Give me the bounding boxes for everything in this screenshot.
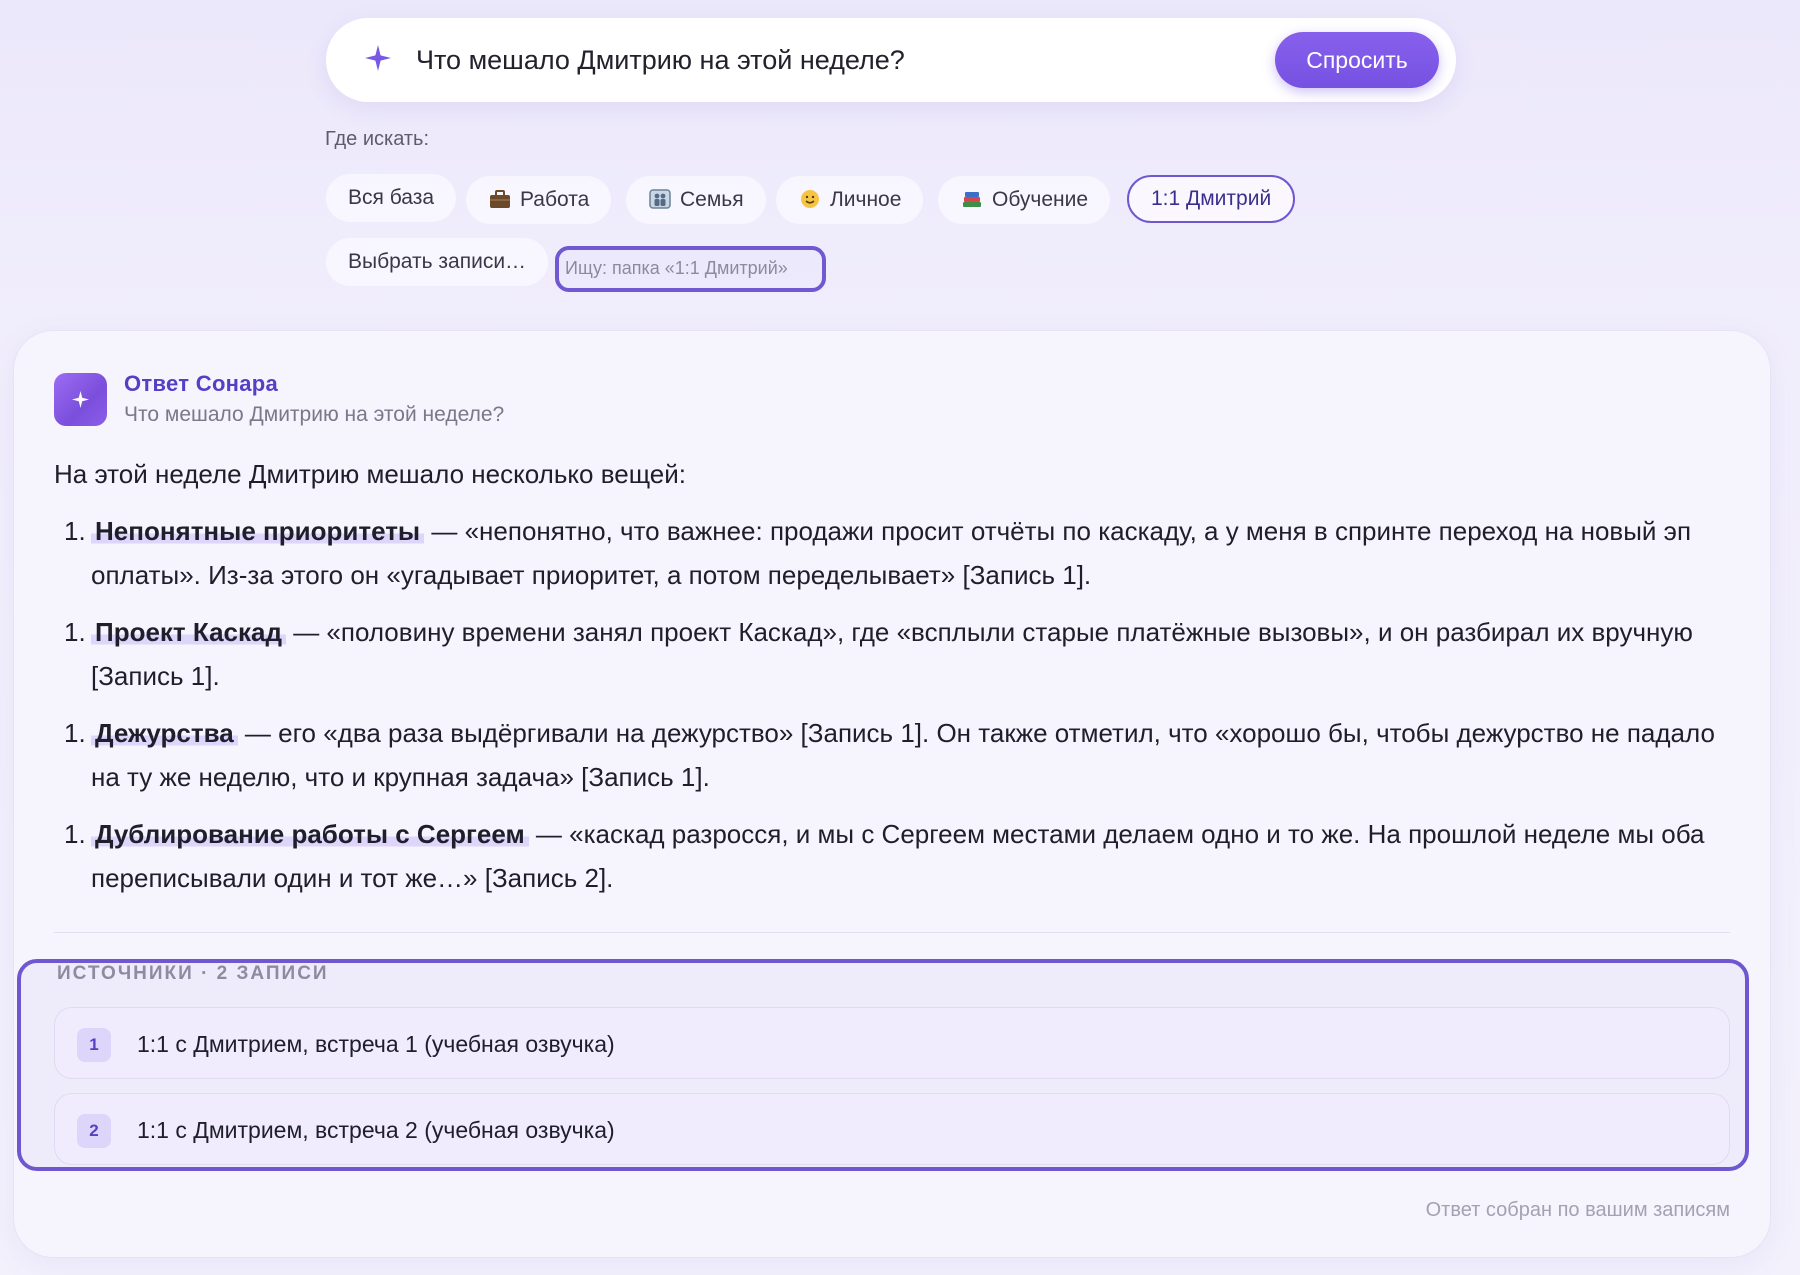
ask-button[interactable]: Спросить [1275, 32, 1439, 88]
item-text: — его «два раза выдёргивали на дежурство… [91, 718, 1715, 792]
chip-all[interactable]: Вся база [326, 174, 457, 222]
item-text: — «половину времени занял проект Каскад»… [91, 617, 1693, 691]
family-icon [649, 189, 671, 209]
chip-learning[interactable]: Обучение [938, 176, 1111, 224]
list-item: 1. Проект Каскад — «половину времени зан… [54, 610, 1734, 698]
list-item-body: Проект Каскад — «половину времени занял … [91, 610, 1734, 698]
search-bar: Спросить [326, 18, 1456, 102]
list-number: 1. [64, 516, 86, 546]
item-heading: Непонятные приоритеты [91, 516, 425, 546]
answer-footer-note: Ответ собран по вашим записям [1425, 1199, 1730, 1221]
item-heading: Дежурства [91, 718, 238, 748]
chip-all-label: Вся база [348, 186, 435, 209]
list-number: 1. [64, 718, 86, 748]
filter-label: Где искать: [325, 128, 430, 150]
chip-work[interactable]: Работа [466, 176, 612, 224]
answer-question: Что мешало Дмитрию на этой неделе? [124, 403, 505, 426]
item-heading: Дублирование работы с Сергеем [91, 819, 529, 849]
divider [54, 932, 1730, 933]
books-icon [963, 192, 981, 207]
list-item-body: Дежурства — его «два раза выдёргивали на… [91, 711, 1734, 799]
chip-dmitry-label: 1:1 Дмитрий [1151, 187, 1272, 210]
sparkle-icon [365, 45, 391, 71]
list-item: 1. Дежурства — его «два раза выдёргивали… [54, 711, 1734, 799]
list-item: 1. Дублирование работы с Сергеем — «каск… [54, 812, 1734, 900]
chip-work-label: Работа [520, 188, 590, 211]
sources-label: ИСТОЧНИКИ · 2 ЗАПИСИ [57, 963, 329, 984]
chip-dmitry[interactable]: 1:1 Дмитрий [1127, 175, 1296, 223]
source-item[interactable]: 2 1:1 с Дмитрием, встреча 2 (учебная озв… [54, 1093, 1730, 1165]
chip-learning-label: Обучение [992, 188, 1089, 211]
list-item-body: Непонятные приоритеты — «непонятно, что … [91, 509, 1734, 597]
item-heading: Проект Каскад [91, 617, 286, 647]
source-item[interactable]: 1 1:1 с Дмитрием, встреча 1 (учебная озв… [54, 1007, 1730, 1079]
list-item-body: Дублирование работы с Сергеем — «каскад … [91, 812, 1734, 900]
list-number: 1. [64, 819, 86, 849]
answer-list: 1. Непонятные приоритеты — «непонятно, ч… [54, 509, 1734, 913]
assistant-avatar [54, 373, 107, 426]
chip-family[interactable]: Семья [626, 176, 766, 224]
answer-title: Ответ Сонара [124, 371, 279, 396]
chip-personal[interactable]: Личное [776, 176, 924, 224]
sources-panel: ИСТОЧНИКИ · 2 ЗАПИСИ 1 1:1 с Дмитрием, в… [17, 959, 1749, 1171]
smile-icon [801, 190, 819, 208]
scope-hint: Ищу: папка «1:1 Дмитрий» [555, 246, 826, 292]
source-title: 1:1 с Дмитрием, встреча 2 (учебная озвуч… [137, 1117, 615, 1143]
list-number: 1. [64, 617, 86, 647]
chip-family-label: Семья [680, 188, 744, 211]
briefcase-icon [490, 190, 510, 208]
sparkle-icon [71, 390, 90, 409]
answer-intro: На этой неделе Дмитрию мешало несколько … [54, 459, 686, 489]
list-item: 1. Непонятные приоритеты — «непонятно, ч… [54, 509, 1734, 597]
select-records-label: Выбрать записи… [348, 250, 527, 273]
source-number-badge: 2 [77, 1114, 111, 1148]
source-number-badge: 1 [77, 1028, 111, 1062]
select-records-button[interactable]: Выбрать записи… [326, 238, 549, 286]
chip-personal-label: Личное [830, 188, 902, 211]
answer-card: Ответ Сонара Что мешало Дмитрию на этой … [13, 330, 1771, 1258]
source-title: 1:1 с Дмитрием, встреча 1 (учебная озвуч… [137, 1031, 615, 1057]
search-input[interactable] [416, 18, 1256, 102]
